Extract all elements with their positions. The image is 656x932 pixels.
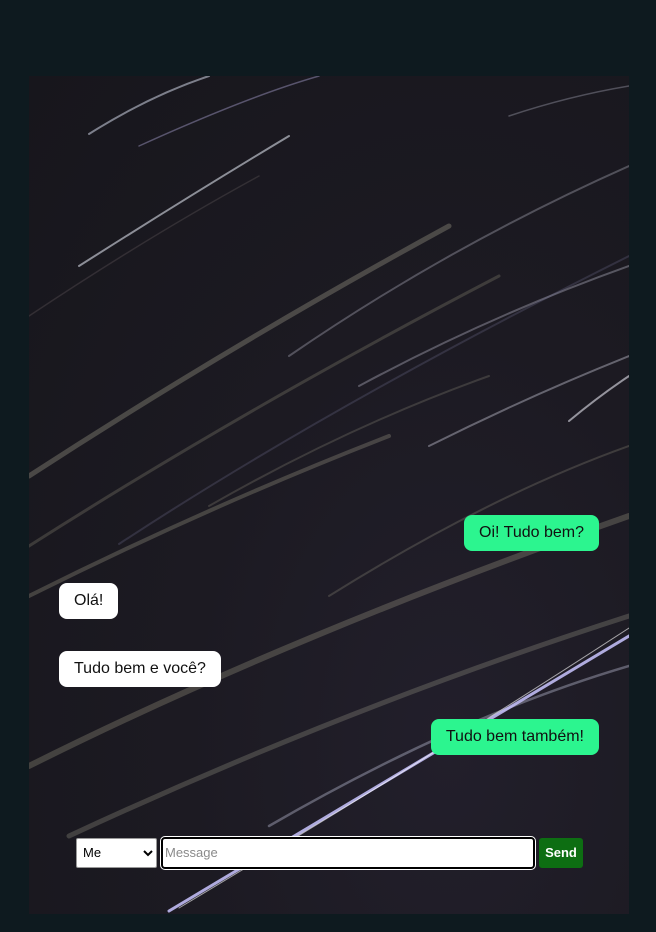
sent-message-bubble: Tudo bem também! bbox=[430, 719, 599, 755]
received-message-bubble: Tudo bem e você? bbox=[59, 651, 221, 687]
received-message-bubble: Olá! bbox=[59, 583, 119, 619]
message-composer: Me Send bbox=[76, 835, 583, 870]
sent-message-bubble: Oi! Tudo bem? bbox=[464, 515, 599, 551]
message-row: Olá! bbox=[59, 583, 599, 619]
message-input[interactable] bbox=[160, 835, 536, 870]
star-trail-background bbox=[29, 76, 629, 913]
chat-window: Oi! Tudo bem? Olá! Tudo bem e você? Tudo… bbox=[29, 76, 629, 914]
message-row: Oi! Tudo bem? bbox=[59, 515, 599, 551]
send-button[interactable]: Send bbox=[539, 837, 583, 868]
message-row: Tudo bem e você? bbox=[59, 651, 599, 687]
message-row: Tudo bem também! bbox=[59, 719, 599, 755]
sender-select[interactable]: Me bbox=[76, 837, 157, 868]
message-list: Oi! Tudo bem? Olá! Tudo bem e você? Tudo… bbox=[59, 515, 599, 787]
